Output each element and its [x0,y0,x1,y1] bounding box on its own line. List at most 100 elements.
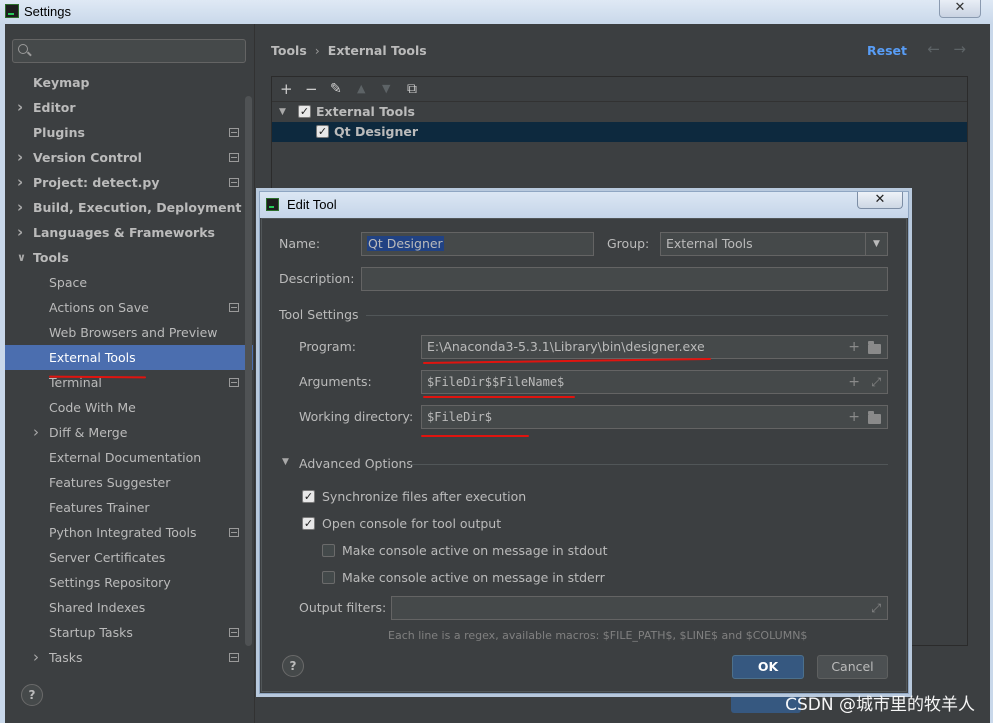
advanced-options-title[interactable]: Advanced Options [299,456,413,471]
option-label[interactable]: Synchronize files after execution [322,489,526,504]
dialog-help-button[interactable]: ? [282,655,304,677]
program-field[interactable]: E:\Anaconda3-5.3.1\Library\bin\designer.… [421,335,888,359]
chevron-down-icon[interactable]: ∨ [17,245,26,270]
cancel-button[interactable]: Cancel [817,655,888,679]
insert-macro-icon[interactable]: + [848,406,860,428]
expand-icon[interactable]: ⤢ [871,371,881,393]
settings-tree: Keymap › Editor Plugins › Version Control › Pro… [5,70,253,670]
settings-help-button[interactable]: ? [21,684,43,706]
folder-icon[interactable] [868,411,881,424]
program-label: Program: [299,339,356,354]
pycharm-app-icon [5,4,19,18]
sidebar-item-label: Server Certificates [49,550,166,565]
sidebar-item-label: Keymap [33,75,90,90]
sidebar-item[interactable]: Python Integrated Tools [5,520,253,545]
sidebar-item[interactable]: Code With Me [5,395,253,420]
sidebar-item[interactable]: Shared Indexes [5,595,253,620]
project-settings-icon [229,628,239,637]
ok-button[interactable]: OK [732,655,804,679]
tool-group-checkbox[interactable]: ✓ [298,105,311,118]
chevron-right-icon[interactable]: › [17,220,23,245]
sidebar-item[interactable]: › Diff & Merge [5,420,253,445]
tool-item-checkbox[interactable]: ✓ [316,125,329,138]
option-checkbox[interactable]: ✓ [322,571,335,584]
name-field[interactable]: Qt Designer [361,232,594,256]
sidebar-item[interactable]: › Tasks [5,645,253,670]
tool-settings-title: Tool Settings [279,307,359,322]
advanced-options-divider [410,464,888,465]
dialog-close-button[interactable]: ✕ [857,192,903,209]
output-filters-field[interactable]: ⤢ [391,596,888,620]
project-settings-icon [229,528,239,537]
folder-icon[interactable] [868,341,881,354]
sidebar-item[interactable]: Features Suggester [5,470,253,495]
sidebar-item[interactable]: External Documentation [5,445,253,470]
sidebar-item[interactable]: › Editor [5,95,253,120]
working-dir-value: $FileDir$ [427,410,493,424]
sidebar-item-label: Project: detect.py [33,175,160,190]
window-close-button[interactable]: ✕ [939,0,981,18]
copy-icon[interactable]: ⧉ [407,80,417,98]
sidebar-item[interactable]: Actions on Save [5,295,253,320]
sidebar-item-label: Tasks [49,650,83,665]
sidebar-item-label: Settings Repository [49,575,171,590]
back-arrow-icon[interactable]: ← [927,40,940,58]
add-icon[interactable]: + [280,80,293,98]
chevron-right-icon[interactable]: › [33,420,39,445]
arguments-field[interactable]: $FileDir$$FileName$ + ⤢ [421,370,888,394]
project-settings-icon [229,303,239,312]
group-label: Group: [607,236,650,251]
group-select[interactable]: External Tools ▼ [660,232,888,256]
breadcrumb-parent[interactable]: Tools [271,43,307,58]
forward-arrow-icon[interactable]: → [953,40,966,58]
option-checkbox[interactable]: ✓ [322,544,335,557]
chevron-down-icon[interactable]: ▼ [865,233,887,255]
sidebar-item[interactable]: Plugins [5,120,253,145]
chevron-right-icon[interactable]: › [17,95,23,120]
reset-link[interactable]: Reset [867,43,907,58]
insert-macro-icon[interactable]: + [848,336,860,358]
chevron-down-icon[interactable]: ▼ [279,102,286,122]
sidebar-item[interactable]: Server Certificates [5,545,253,570]
description-field[interactable] [361,267,888,291]
sidebar-item[interactable]: › Build, Execution, Deployment [5,195,253,220]
sidebar-item[interactable]: Terminal [5,370,253,395]
sidebar-item[interactable]: Space [5,270,253,295]
sidebar-item[interactable]: Features Trainer [5,495,253,520]
option-checkbox[interactable]: ✓ [302,490,315,503]
chevron-down-icon[interactable]: ▼ [282,457,289,467]
sidebar-item[interactable]: Startup Tasks [5,620,253,645]
chevron-right-icon[interactable]: › [17,170,23,195]
insert-macro-icon[interactable]: + [848,371,860,393]
tool-item-qt-designer[interactable]: ✓ Qt Designer [272,122,967,142]
sidebar-item[interactable]: Settings Repository [5,570,253,595]
arguments-label: Arguments: [299,374,372,389]
option-label[interactable]: Open console for tool output [322,516,501,531]
sidebar-item[interactable]: › Project: detect.py [5,170,253,195]
option-checkbox[interactable]: ✓ [302,517,315,530]
name-value: Qt Designer [367,236,444,251]
sidebar-item[interactable]: › Version Control [5,145,253,170]
sidebar-scrollbar[interactable] [245,96,252,646]
sidebar-item[interactable]: › Languages & Frameworks [5,220,253,245]
sidebar-item[interactable]: External Tools [5,345,253,370]
tool-group-external-tools[interactable]: ▼ ✓ External Tools [272,102,967,122]
sidebar-item-label: Features Trainer [49,500,150,515]
settings-search-input[interactable] [12,39,246,63]
edit-icon[interactable]: ✎ [330,80,342,98]
option-label[interactable]: Make console active on message in stdout [342,543,608,558]
sidebar-item[interactable]: ∨ Tools [5,245,253,270]
project-settings-icon [229,378,239,387]
sidebar-item-label: Space [49,275,88,290]
remove-icon[interactable]: − [305,80,318,98]
move-down-icon[interactable]: ▼ [382,80,390,98]
working-dir-field[interactable]: $FileDir$ + [421,405,888,429]
sidebar-item[interactable]: Keymap [5,70,253,95]
expand-icon[interactable]: ⤢ [871,597,881,619]
chevron-right-icon[interactable]: › [17,195,23,220]
chevron-right-icon[interactable]: › [17,145,23,170]
chevron-right-icon[interactable]: › [33,645,39,670]
move-up-icon[interactable]: ▲ [357,80,365,98]
option-label[interactable]: Make console active on message in stderr [342,570,605,585]
sidebar-item[interactable]: Web Browsers and Preview [5,320,253,345]
